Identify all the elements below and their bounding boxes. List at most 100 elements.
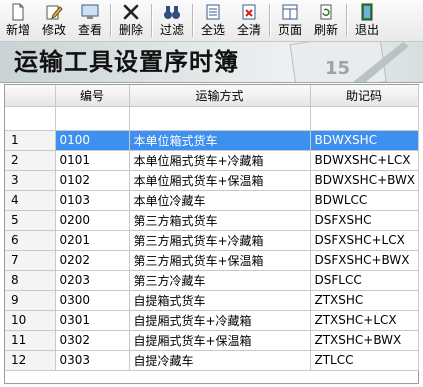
code-cell[interactable]: 0200: [55, 210, 130, 231]
clear-all-icon: [242, 4, 256, 20]
title-banner: 运输工具设置序时簿 15: [0, 42, 423, 83]
page-layout-icon: [282, 4, 298, 20]
clear-all-button-label: 全清: [236, 23, 261, 37]
transport-table: 编号 运输方式 助记码 1 0100 本单位箱式货车 BDWXSHC 2 0101 本单位厢…: [5, 85, 419, 371]
method-cell[interactable]: 第三方厢式货车+冷藏箱: [129, 230, 311, 251]
mnemonic-cell[interactable]: DSFXSHC: [310, 210, 419, 231]
header-code[interactable]: 编号: [55, 85, 130, 107]
table-row[interactable]: 5 0200 第三方箱式货车 DSFXSHC: [5, 210, 419, 231]
row-number[interactable]: 9: [5, 290, 56, 311]
filter-button-label: 过滤: [159, 23, 184, 37]
method-cell[interactable]: 本单位箱式货车: [129, 130, 311, 151]
code-cell[interactable]: 0101: [55, 150, 130, 171]
method-cell[interactable]: 第三方厢式货车+保温箱: [129, 250, 311, 271]
edit-button-label: 修改: [41, 23, 66, 37]
select-all-icon: [206, 4, 220, 20]
row-number[interactable]: 6: [5, 230, 56, 251]
code-cell[interactable]: 0203: [55, 270, 130, 291]
table-row[interactable]: 12 0303 自提冷藏车 ZTLCC: [5, 350, 419, 371]
mnemonic-cell[interactable]: ZTXSHC+LCX: [310, 310, 419, 331]
toolbar-separator: [346, 4, 347, 37]
row-number[interactable]: 8: [5, 270, 56, 291]
method-cell[interactable]: 本单位厢式货车+保温箱: [129, 170, 311, 191]
method-cell[interactable]: 自提冷藏车: [129, 350, 311, 371]
code-cell[interactable]: 0102: [55, 170, 130, 191]
new-button-label: 新增: [5, 23, 30, 37]
refresh-icon: [320, 4, 332, 20]
toolbar-separator: [151, 4, 152, 37]
table-row[interactable]: 8 0203 第三方冷藏车 DSFLCC: [5, 270, 419, 291]
code-cell[interactable]: 0303: [55, 350, 130, 371]
toolbar-separator: [269, 4, 270, 37]
row-number[interactable]: 3: [5, 170, 56, 191]
table-row[interactable]: 3 0102 本单位厢式货车+保温箱 BDWXSHC+BWX: [5, 170, 419, 191]
clear-all-button[interactable]: 全清: [231, 0, 267, 41]
edit-button[interactable]: 修改: [36, 0, 72, 41]
row-number[interactable]: 11: [5, 330, 56, 351]
page-title: 运输工具设置序时簿: [14, 47, 239, 76]
exit-door-icon: [361, 3, 373, 21]
mnemonic-cell[interactable]: BDWXSHC: [310, 130, 419, 151]
code-cell[interactable]: 0302: [55, 330, 130, 351]
table-row[interactable]: 2 0101 本单位厢式货车+冷藏箱 BDWXSHC+LCX: [5, 150, 419, 171]
row-number[interactable]: 1: [5, 130, 56, 151]
code-cell[interactable]: 0301: [55, 310, 130, 331]
calendar-pen-decoration: 15: [289, 42, 409, 82]
method-cell[interactable]: 自提箱式货车: [129, 290, 311, 311]
row-number[interactable]: 4: [5, 190, 56, 211]
header-mnemonic[interactable]: 助记码: [310, 85, 419, 107]
mnemonic-cell[interactable]: BDWXSHC+LCX: [310, 150, 419, 171]
code-cell[interactable]: 0300: [55, 290, 130, 311]
view-button[interactable]: 查看: [72, 0, 108, 41]
delete-button-label: 删除: [118, 23, 143, 37]
table-row[interactable]: 6 0201 第三方厢式货车+冷藏箱 DSFXSHC+LCX: [5, 230, 419, 251]
row-number[interactable]: 10: [5, 310, 56, 331]
view-icon: [81, 4, 99, 19]
mnemonic-cell[interactable]: ZTLCC: [310, 350, 419, 371]
page-button-label: 页面: [277, 23, 302, 37]
table-row[interactable]: 9 0300 自提箱式货车 ZTXSHC: [5, 290, 419, 311]
table-row[interactable]: 7 0202 第三方厢式货车+保温箱 DSFXSHC+BWX: [5, 250, 419, 271]
row-number[interactable]: 7: [5, 250, 56, 271]
mnemonic-cell[interactable]: BDWLCC: [310, 190, 419, 211]
filter-button[interactable]: 过滤: [154, 0, 190, 41]
delete-button[interactable]: 删除: [113, 0, 149, 41]
code-cell[interactable]: 0201: [55, 230, 130, 251]
table-row[interactable]: 4 0103 本单位冷藏车 BDWLCC: [5, 190, 419, 211]
toolbar-separator: [110, 4, 111, 37]
exit-button[interactable]: 退出: [349, 0, 385, 41]
code-cell[interactable]: 0100: [55, 130, 130, 151]
table-row[interactable]: 11 0302 自提厢式货车+保温箱 ZTXSHC+BWX: [5, 330, 419, 351]
table-row[interactable]: 1 0100 本单位箱式货车 BDWXSHC: [5, 130, 419, 151]
refresh-button[interactable]: 刷新: [308, 0, 344, 41]
method-cell[interactable]: 第三方箱式货车: [129, 210, 311, 231]
mnemonic-cell[interactable]: DSFXSHC+BWX: [310, 250, 419, 271]
mnemonic-cell[interactable]: ZTXSHC: [310, 290, 419, 311]
exit-button-label: 退出: [354, 23, 379, 37]
method-cell[interactable]: 自提厢式货车+冷藏箱: [129, 310, 311, 331]
table-row[interactable]: 10 0301 自提厢式货车+冷藏箱 ZTXSHC+LCX: [5, 310, 419, 331]
method-cell[interactable]: 本单位冷藏车: [129, 190, 311, 211]
mnemonic-cell[interactable]: DSFXSHC+LCX: [310, 230, 419, 251]
select-all-button[interactable]: 全选: [195, 0, 231, 41]
header-method[interactable]: 运输方式: [129, 85, 311, 107]
method-cell[interactable]: 自提厢式货车+保温箱: [129, 330, 311, 351]
code-cell[interactable]: 0103: [55, 190, 130, 211]
method-cell[interactable]: 本单位厢式货车+冷藏箱: [129, 150, 311, 171]
mnemonic-cell[interactable]: DSFLCC: [310, 270, 419, 291]
transport-grid: 编号 运输方式 助记码 1 0100 本单位箱式货车 BDWXSHC 2 0101 本单位厢…: [4, 84, 419, 384]
toolbar: 新增 修改 查看 删除 过滤 全选 全清 页面 刷新 退出: [0, 0, 423, 42]
refresh-button-label: 刷新: [313, 23, 338, 37]
select-all-button-label: 全选: [200, 23, 225, 37]
row-number[interactable]: 5: [5, 210, 56, 231]
mnemonic-cell[interactable]: ZTXSHC+BWX: [310, 330, 419, 351]
empty-row: [5, 106, 419, 131]
row-number[interactable]: 12: [5, 350, 56, 371]
code-cell[interactable]: 0202: [55, 250, 130, 271]
mnemonic-cell[interactable]: BDWXSHC+BWX: [310, 170, 419, 191]
new-button[interactable]: 新增: [0, 0, 36, 41]
page-button[interactable]: 页面: [272, 0, 308, 41]
view-button-label: 查看: [77, 23, 102, 37]
row-number[interactable]: 2: [5, 150, 56, 171]
method-cell[interactable]: 第三方冷藏车: [129, 270, 311, 291]
